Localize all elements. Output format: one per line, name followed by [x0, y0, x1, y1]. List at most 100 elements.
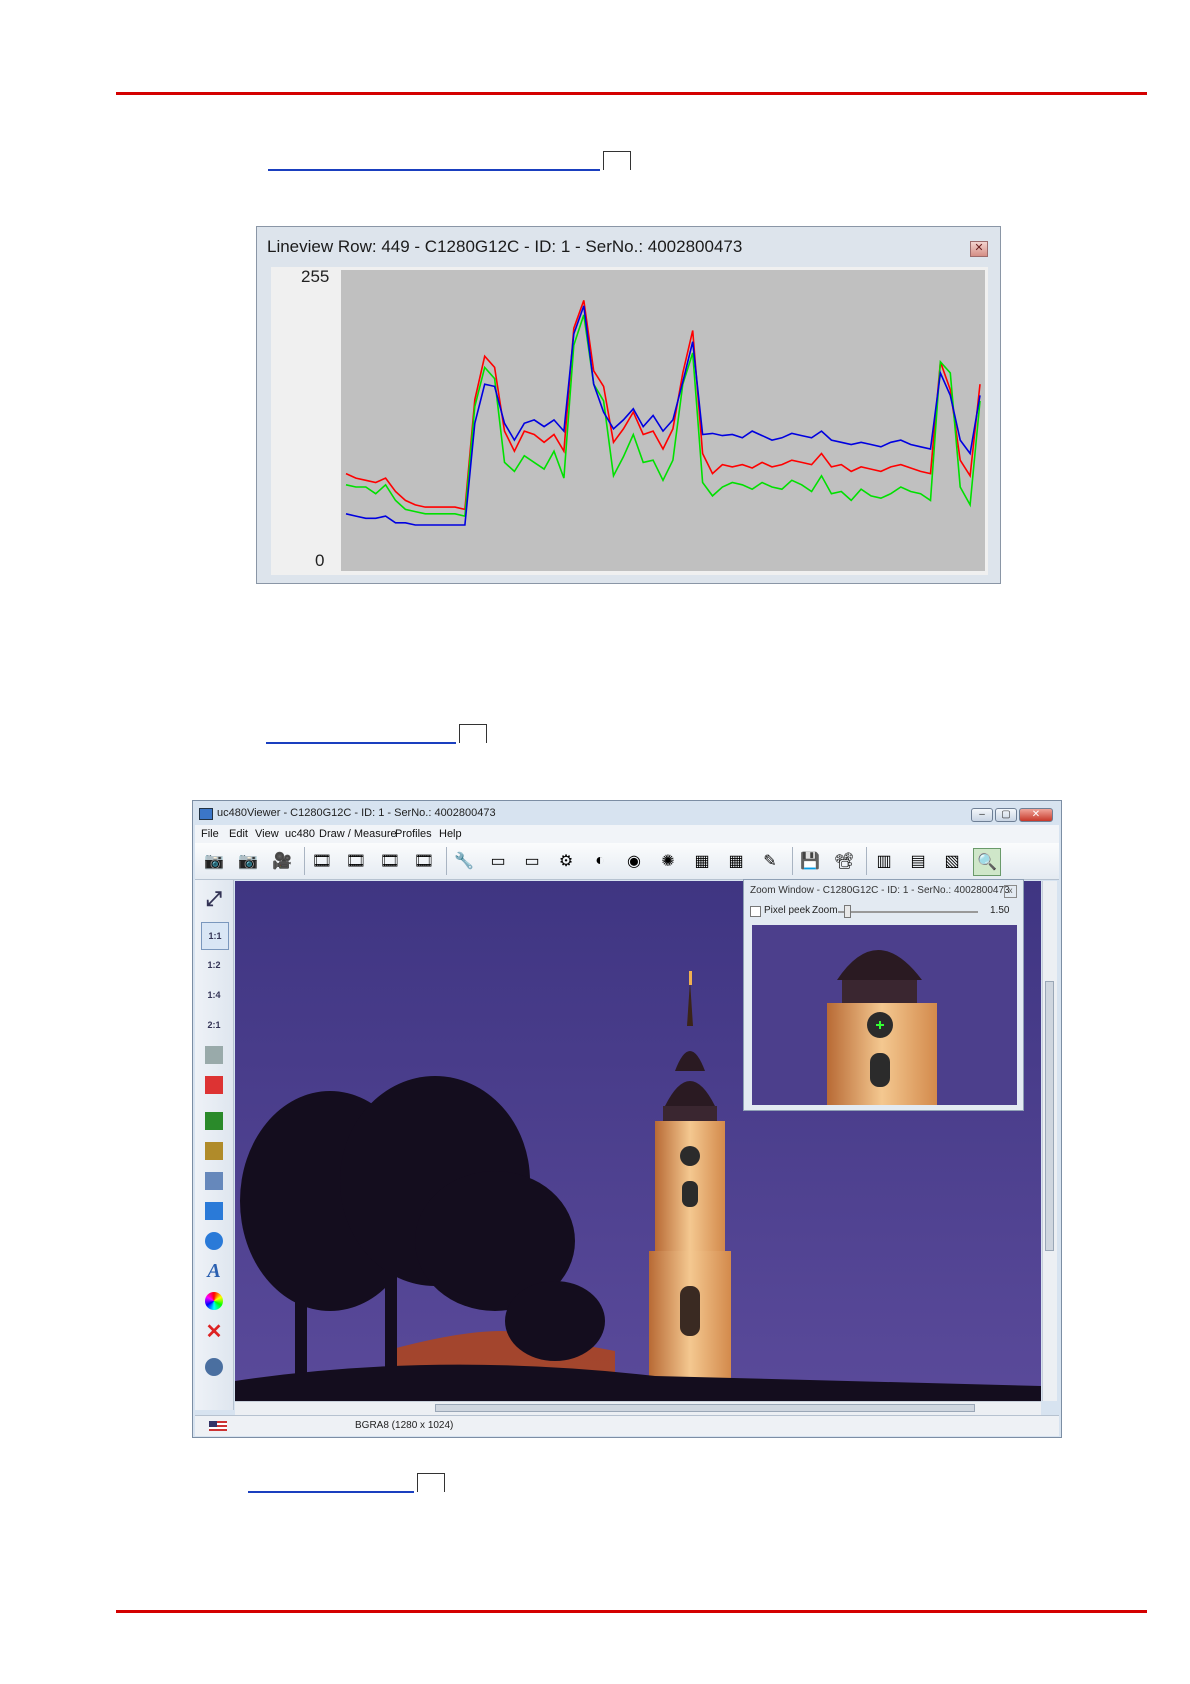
film-icon[interactable]: 🎞	[309, 848, 335, 874]
toolbar-separator	[446, 847, 447, 875]
pen-icon[interactable]: ✎	[757, 848, 783, 874]
color-grid-delete-icon[interactable]: ▦	[723, 848, 749, 874]
monitor-icon[interactable]	[201, 1042, 227, 1068]
column-view-icon[interactable]: ▧	[939, 848, 965, 874]
lineview-title: Lineview Row: 449 - C1280G12C - ID: 1 - …	[267, 237, 743, 256]
bulb-icon[interactable]: ◉	[621, 848, 647, 874]
monitor-icon-shape	[205, 1046, 223, 1064]
monitor-off-icon[interactable]	[201, 1072, 227, 1098]
app-icon	[199, 808, 213, 820]
menu-item-file[interactable]: File	[201, 828, 219, 840]
menu-item-help[interactable]: Help	[439, 828, 462, 840]
zoom-value: 1.50	[990, 905, 1010, 916]
zoom-2-1-icon[interactable]: 2:1	[201, 1012, 227, 1038]
wrench-icon[interactable]: 🔧	[451, 848, 477, 874]
monitor-off-icon-shape	[205, 1076, 223, 1094]
film-play-icon[interactable]: 🎞	[377, 848, 403, 874]
y-axis-max-label: 255	[301, 267, 330, 286]
plot-background	[341, 270, 985, 571]
fit-window-icon[interactable]: ⤢	[201, 886, 227, 912]
aoi-icon[interactable]: ▭	[485, 848, 511, 874]
page-ref-icon[interactable]	[459, 724, 487, 743]
close-icon[interactable]: x	[1004, 885, 1017, 898]
viewer-title: uc480Viewer - C1280G12C - ID: 1 - SerNo.…	[217, 807, 496, 819]
footer-rule	[116, 1610, 1147, 1613]
menu-item-uc480[interactable]: uc480	[285, 828, 315, 840]
camera-open-icon[interactable]: 📷	[201, 848, 227, 874]
color-picker-icon[interactable]	[201, 1288, 227, 1314]
measure-icon[interactable]	[201, 1138, 227, 1164]
menu-item-draw-measure[interactable]: Draw / Measure	[319, 828, 397, 840]
color-grid-icon[interactable]: ▦	[689, 848, 715, 874]
link-viewer[interactable]	[248, 1491, 414, 1493]
circle-half-icon[interactable]: ◐	[587, 848, 613, 874]
magnifier-icon[interactable]	[201, 1168, 227, 1194]
rectangle-icon[interactable]	[201, 1198, 227, 1224]
vertical-scrollbar[interactable]	[1042, 881, 1057, 1401]
circle-icon-shape	[205, 1232, 223, 1250]
maximize-button[interactable]: ▢	[995, 808, 1017, 822]
pixel-peek-label: Pixel peek	[764, 905, 811, 916]
color-picker-icon-shape	[205, 1292, 223, 1310]
viewer-window: uc480Viewer - C1280G12C - ID: 1 - SerNo.…	[192, 800, 1062, 1438]
toolbar-separator	[304, 847, 305, 875]
toolbar-separator	[866, 847, 867, 875]
film-record-icon[interactable]: 🎞	[343, 848, 369, 874]
lineview-window: Lineview Row: 449 - C1280G12C - ID: 1 - …	[256, 226, 1001, 584]
lineview-plot-area: 255 0	[271, 267, 988, 575]
text-icon[interactable]: A	[201, 1258, 227, 1284]
zoom-1-4-icon[interactable]: 1:4	[201, 982, 227, 1008]
rectangle-icon-shape	[205, 1202, 223, 1220]
clock-icon[interactable]	[201, 1354, 227, 1380]
zoom-image	[752, 925, 1017, 1105]
aoi-delete-icon[interactable]: ▭	[519, 848, 545, 874]
horizontal-scrollbar[interactable]	[235, 1401, 1041, 1415]
line-view-icon[interactable]: ▤	[905, 848, 931, 874]
save-icon[interactable]: 💾	[797, 848, 823, 874]
delete-icon[interactable]: ✕	[201, 1318, 227, 1344]
circle-icon[interactable]	[201, 1228, 227, 1254]
zoom-1-1-icon[interactable]: 1:1	[201, 922, 229, 950]
clock-icon-shape	[205, 1358, 223, 1376]
page-ref-icon[interactable]	[603, 151, 631, 170]
left-toolbar: ⤢ 1:1 1:2 1:4 2:1 A ✕	[195, 880, 234, 1410]
menu-item-view[interactable]: View	[255, 828, 279, 840]
color-wheel-icon[interactable]: ✺	[655, 848, 681, 874]
magnifier-icon-shape	[205, 1172, 223, 1190]
link-zoom-window[interactable]	[266, 742, 456, 744]
pencil-icon[interactable]	[201, 1108, 227, 1134]
header-rule	[116, 92, 1147, 95]
zoom-window: Zoom Window - C1280G12C - ID: 1 - SerNo.…	[743, 879, 1024, 1111]
projector-icon[interactable]: 📽	[831, 848, 857, 874]
pencil-icon-shape	[205, 1112, 223, 1130]
y-axis-min-label: 0	[315, 551, 325, 570]
measure-icon-shape	[205, 1142, 223, 1160]
pixel-peek-checkbox[interactable]	[750, 906, 761, 917]
gear-icon[interactable]: ⚙	[553, 848, 579, 874]
close-icon[interactable]: ✕	[970, 241, 988, 257]
zoom-window-title: Zoom Window - C1280G12C - ID: 1 - SerNo.…	[750, 885, 1010, 896]
film-settings-icon[interactable]: 🎞	[411, 848, 437, 874]
menu-item-edit[interactable]: Edit	[229, 828, 248, 840]
toolbar-separator	[792, 847, 793, 875]
zoom-slider[interactable]	[838, 911, 978, 913]
camera-live-icon[interactable]: 🎥	[269, 848, 295, 874]
zoom-label: Zoom	[812, 905, 838, 916]
toolbar: 📷 📷 🎥 🎞 🎞 🎞 🎞 🔧 ▭ ▭ ⚙ ◐ ◉ ✺ ▦ ▦ ✎ 💾 📽 ▥ ▤ ▧ 🔍	[195, 843, 1059, 880]
menu-bar: File Edit View uc480 Draw / Measure Profiles H…	[195, 825, 1059, 843]
menu-item-profiles[interactable]: Profiles	[395, 828, 432, 840]
histogram-icon[interactable]: ▥	[871, 848, 897, 874]
close-button[interactable]: ✕	[1019, 808, 1053, 822]
page-ref-icon[interactable]	[417, 1473, 445, 1492]
zoom-slider-thumb[interactable]	[844, 905, 851, 918]
status-bar: BGRA8 (1280 x 1024)	[195, 1415, 1059, 1436]
link-lineview[interactable]	[268, 169, 600, 171]
zoom-controls: Pixel peek Zoom 1.50	[750, 905, 1018, 919]
status-format: BGRA8 (1280 x 1024)	[355, 1420, 454, 1431]
camera-close-icon[interactable]: 📷	[235, 848, 261, 874]
lineview-chart	[341, 270, 985, 571]
minimize-button[interactable]: –	[971, 808, 993, 822]
zoom-window-icon[interactable]: 🔍	[973, 848, 1001, 876]
flag-icon	[209, 1421, 227, 1431]
zoom-1-2-icon[interactable]: 1:2	[201, 952, 227, 978]
